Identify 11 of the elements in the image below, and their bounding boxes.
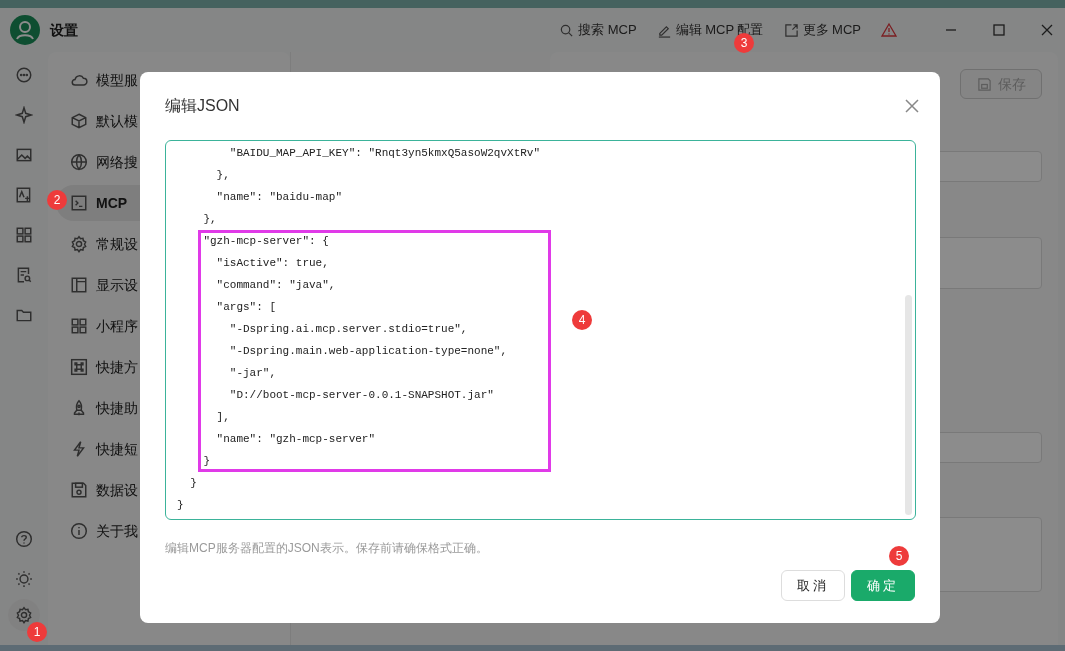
- code-line: },: [202, 212, 218, 227]
- code-line: "BAIDU_MAP_API_KEY": "Rnqt3yn5kmxQ5asoW2qvXtRv": [228, 146, 542, 161]
- step-badge: 1: [27, 622, 47, 642]
- code-line: },: [215, 168, 231, 183]
- hint-text: 编辑MCP服务器配置的JSON表示。保存前请确保格式正确。: [165, 540, 488, 557]
- dialog-title: 编辑JSON: [165, 96, 240, 116]
- code-line: }: [189, 476, 198, 491]
- code-line: }: [177, 498, 185, 513]
- window-title: 设置: [50, 20, 78, 40]
- step-badge: 2: [47, 190, 67, 210]
- code-line: "name": "baidu-map": [215, 190, 344, 205]
